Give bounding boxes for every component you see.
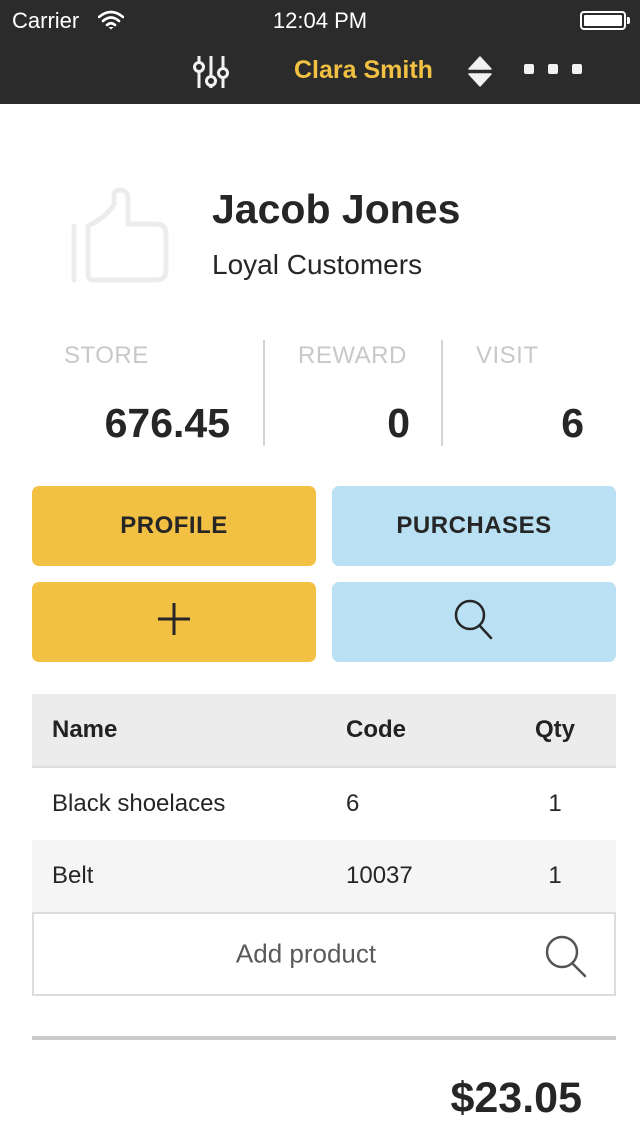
header-qty: Qty [534,716,575,743]
battery-icon [580,11,630,30]
products-table: Name Code Qty Black shoelaces 6 1 Belt 1… [32,694,616,912]
stat-value: 6 [561,400,584,446]
header-name: Name [52,716,118,743]
stat-divider [441,340,443,446]
stat-visit: VISIT 6 [444,338,640,448]
cell-qty: 1 [548,862,562,889]
sliders-icon[interactable] [190,52,234,92]
search-icon[interactable] [544,934,588,978]
more-dots-icon[interactable] [518,64,588,78]
table-row[interactable]: Belt 10037 1 [32,840,616,912]
profile-button[interactable]: PROFILE [32,486,316,566]
cell-code: 10037 [346,862,413,889]
stat-reward: REWARD 0 [266,338,442,448]
stat-label: VISIT [476,342,539,369]
table-row[interactable]: Black shoelaces 6 1 [32,768,616,840]
customer-group: Loyal Customers [212,249,423,280]
add-product-placeholder: Add product [235,938,377,969]
stat-value: 0 [387,400,410,446]
cell-code: 6 [346,790,360,817]
header-code: Code [346,716,406,743]
plus-icon [156,601,192,644]
total-divider [32,1036,616,1040]
stat-value: 676.45 [104,400,230,446]
customer-stats: STORE 676.45 REWARD 0 VISIT 6 [0,338,640,448]
cell-name: Belt [52,862,94,889]
order-total: $23.05 [450,1074,582,1122]
table-header: Name Code Qty [32,694,616,768]
stat-divider [263,340,265,446]
status-bar: Carrier 12:04 PM [0,0,640,40]
add-product-input[interactable]: Add product [32,912,616,996]
customer-name: Jacob Jones [212,186,461,232]
cell-qty: 1 [548,790,562,817]
sort-updown-icon[interactable] [468,54,492,90]
stat-label: STORE [64,342,149,369]
cell-name: Black shoelaces [52,790,226,817]
add-button[interactable] [32,582,316,662]
search-button[interactable] [332,582,616,662]
top-bar: Carrier 12:04 PM Clara Smith [0,0,640,104]
stat-store: STORE 676.45 [0,338,264,448]
search-icon [453,598,495,647]
purchases-button[interactable]: PURCHASES [332,486,616,566]
nav-bar: Clara Smith [0,44,640,102]
stat-label: REWARD [298,342,407,369]
current-user-selector[interactable]: Clara Smith [294,56,433,85]
thumbs-up-icon [68,186,172,286]
clock: 12:04 PM [272,8,368,33]
